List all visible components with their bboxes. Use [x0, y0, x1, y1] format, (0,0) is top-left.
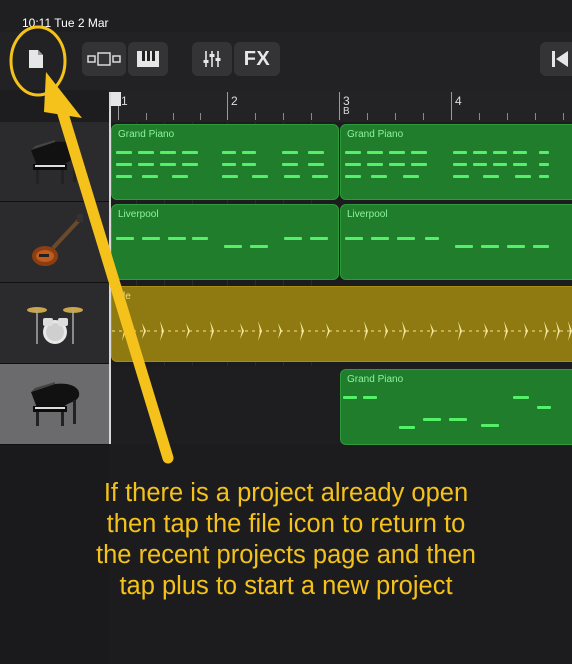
- region-label: yle: [118, 291, 131, 302]
- toolbar: FX: [0, 32, 572, 90]
- playhead[interactable]: [109, 92, 111, 444]
- region-label: Liverpool: [118, 209, 159, 220]
- region-liverpool-2[interactable]: Liverpool: [340, 204, 572, 280]
- go-to-start-button[interactable]: [540, 42, 572, 76]
- bar-number: 4: [455, 94, 462, 108]
- region-liverpool-1[interactable]: Liverpool: [111, 204, 339, 280]
- fx-button[interactable]: FX: [234, 42, 280, 76]
- mixer-icon: [203, 51, 221, 67]
- track-header-drums[interactable]: [0, 283, 109, 364]
- region-grand-piano-2[interactable]: Grand Piano: [340, 124, 572, 200]
- mixer-button[interactable]: [192, 42, 232, 76]
- track-header-grand-piano[interactable]: [0, 122, 109, 202]
- region-label: Grand Piano: [347, 129, 404, 140]
- tracks-view-icon: [87, 52, 121, 66]
- region-drummer[interactable]: yle: [111, 286, 572, 362]
- caption-line: tap plus to start a new project: [119, 572, 453, 600]
- region-grand-piano-1[interactable]: Grand Piano: [111, 124, 339, 200]
- annotation-caption: If there is a project already open then …: [0, 478, 572, 602]
- region-label: Liverpool: [347, 209, 388, 220]
- tracks-view-button[interactable]: [82, 42, 126, 76]
- drum-kit-icon: [26, 307, 83, 344]
- track-header-bass[interactable]: [0, 202, 109, 283]
- region-label: Grand Piano: [118, 129, 175, 140]
- region-grand-piano-3[interactable]: Grand Piano: [340, 369, 572, 445]
- section-marker: B: [343, 106, 350, 117]
- caption-line: the recent projects page and then: [96, 541, 476, 569]
- timeline-ruler[interactable]: 1 2 3 B 4: [109, 90, 572, 123]
- bar-number: 1: [121, 94, 128, 108]
- file-icon: [29, 50, 43, 68]
- status-bar: 10:11 Tue 2 Mar: [0, 0, 572, 32]
- region-label: Grand Piano: [347, 374, 404, 385]
- track-header-grand-piano-selected[interactable]: [0, 364, 109, 445]
- bar-number: 2: [231, 94, 238, 108]
- drum-pattern: [112, 321, 572, 341]
- keyboard-button[interactable]: [128, 42, 168, 76]
- grand-piano-icon: [30, 382, 79, 426]
- grand-piano-icon: [30, 139, 79, 184]
- caption-line: If there is a project already open: [103, 479, 469, 507]
- playhead-handle[interactable]: [111, 92, 121, 106]
- file-button[interactable]: [18, 42, 54, 76]
- bass-guitar-icon: [31, 214, 83, 266]
- status-time: 10:11 Tue 2 Mar: [22, 16, 109, 30]
- keyboard-icon: [137, 51, 159, 67]
- caption-line: then tap the file icon to return to: [106, 510, 466, 538]
- go-to-start-icon: [552, 51, 568, 67]
